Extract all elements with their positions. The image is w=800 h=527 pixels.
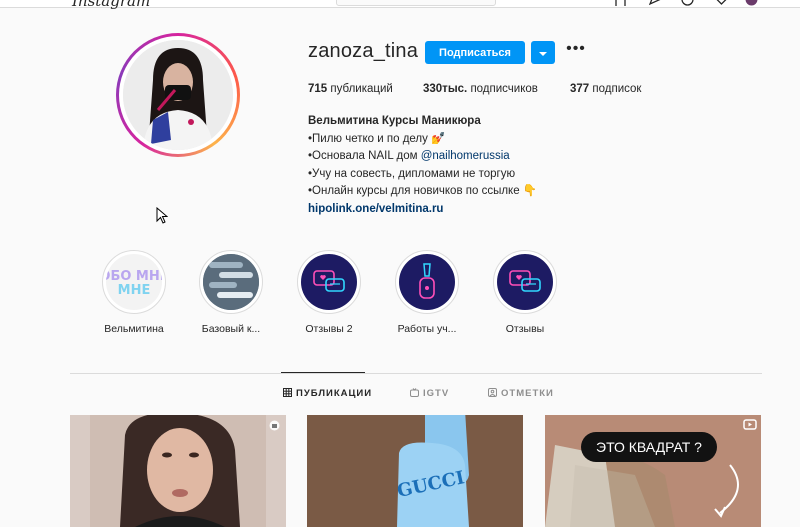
tab-posts[interactable]: ПУБЛИКАЦИИ <box>283 388 372 399</box>
bio-line: •Онлайн курсы для новичков по ссылке 👇 <box>308 185 538 197</box>
overlay-caption: ЭТО КВАДРАТ ? <box>596 439 702 455</box>
neon-nail-polish-icon <box>419 263 435 299</box>
following-count[interactable]: 377 подписок <box>570 83 641 95</box>
instagram-logo[interactable]: Instagram <box>72 0 150 10</box>
multiple-posts-icon <box>269 420 280 431</box>
bio-line-text: •Основала NAIL дом <box>308 150 421 162</box>
chat-screenshot-cover <box>203 254 259 310</box>
post-thumbnail[interactable]: GUCCI <box>307 415 523 527</box>
story-highlight-label: Базовый к... <box>201 323 261 335</box>
bio-line: •Основала NAIL дом @nailhomerussia <box>308 148 537 166</box>
explore-icon[interactable] <box>681 0 694 6</box>
followers-count-value: 330тыс. <box>423 83 468 95</box>
send-icon[interactable] <box>649 0 662 6</box>
story-highlight-label: Отзывы <box>505 323 545 335</box>
tagged-icon <box>488 388 497 397</box>
square-nails-photo: ЭТО КВАДРАТ ? <box>545 415 761 527</box>
tab-igtv-label: IGTV <box>423 388 450 399</box>
profile-avatar[interactable] <box>116 33 240 157</box>
tab-igtv[interactable]: IGTV <box>410 388 449 399</box>
mouse-cursor-icon <box>156 207 168 224</box>
story-highlight-cover <box>199 250 263 314</box>
story-highlight[interactable]: Базовый к... <box>193 250 269 335</box>
bio-full-name: Вельмитина Курсы Маникюра <box>308 115 481 127</box>
chevron-down-icon <box>539 52 547 56</box>
tab-tagged-label: ОТМЕТКИ <box>501 388 554 399</box>
posts-count-label: публикаций <box>330 83 393 95</box>
story-highlight-label: Работы уч... <box>397 323 457 335</box>
home-icon[interactable] <box>614 0 627 6</box>
posts-count: 715 публикаций <box>308 83 393 95</box>
story-highlight[interactable]: ОБО МНЕ МНЕ Вельмитина <box>96 250 172 335</box>
avatar-icon[interactable] <box>745 0 758 6</box>
profile-username: zanoza_tina <box>308 40 419 62</box>
search-input[interactable] <box>336 0 496 6</box>
followers-count[interactable]: 330тыс. подписчиков <box>423 83 538 95</box>
profile-bio: Вельмитина Курсы Маникюра •Пилю четко и … <box>308 113 537 218</box>
neon-chat-heart-icon <box>313 270 345 292</box>
cover-text-line: МНЕ <box>118 283 151 298</box>
tabs-divider <box>70 373 762 374</box>
suggestions-dropdown-button[interactable] <box>531 41 555 64</box>
grid-icon <box>283 388 292 397</box>
follow-button[interactable]: Подписаться <box>425 41 525 64</box>
tab-posts-label: ПУБЛИКАЦИИ <box>296 388 373 399</box>
story-highlight[interactable]: Работы уч... <box>389 250 465 335</box>
posts-count-value: 715 <box>308 83 328 95</box>
following-count-value: 377 <box>570 83 590 95</box>
story-highlight[interactable]: Отзывы 2 <box>291 250 367 335</box>
post-thumbnail[interactable] <box>70 415 286 527</box>
more-options-button[interactable]: ••• <box>565 40 587 62</box>
about-me-cover: ОБО МНЕ МНЕ <box>106 269 162 298</box>
story-highlight-cover <box>395 250 459 314</box>
active-tab-indicator <box>281 372 365 373</box>
bio-external-link[interactable]: hipolink.one/velmitina.ru <box>308 201 537 219</box>
bio-line: •Учу на совесть, дипломами не торгую <box>308 167 516 180</box>
tab-tagged[interactable]: ОТМЕТКИ <box>488 388 554 399</box>
gucci-nails-photo: GUCCI <box>307 415 523 527</box>
heart-icon[interactable] <box>715 0 728 6</box>
story-highlight-label: Отзывы 2 <box>305 323 353 335</box>
bio-mention-link[interactable]: @nailhomerussia <box>421 150 510 162</box>
story-highlight-cover <box>297 250 361 314</box>
followers-count-label: подписчиков <box>470 83 538 95</box>
cover-text-line: ОБО МНЕ <box>106 269 162 284</box>
story-highlight[interactable]: Отзывы <box>487 250 563 335</box>
neon-chat-heart-icon <box>509 270 541 292</box>
story-highlight-cover <box>493 250 557 314</box>
story-highlight-label: Вельмитина <box>104 323 164 335</box>
igtv-icon <box>410 388 419 397</box>
following-count-label: подписок <box>592 83 642 95</box>
reel-video-icon <box>743 419 757 430</box>
story-highlight-cover: ОБО МНЕ МНЕ <box>102 250 166 314</box>
bio-line: •Пилю четко и по делу 💅 <box>308 132 446 145</box>
video-portrait-photo <box>70 415 286 527</box>
post-thumbnail[interactable]: ЭТО КВАДРАТ ? <box>545 415 761 527</box>
avatar-photo <box>123 40 233 150</box>
